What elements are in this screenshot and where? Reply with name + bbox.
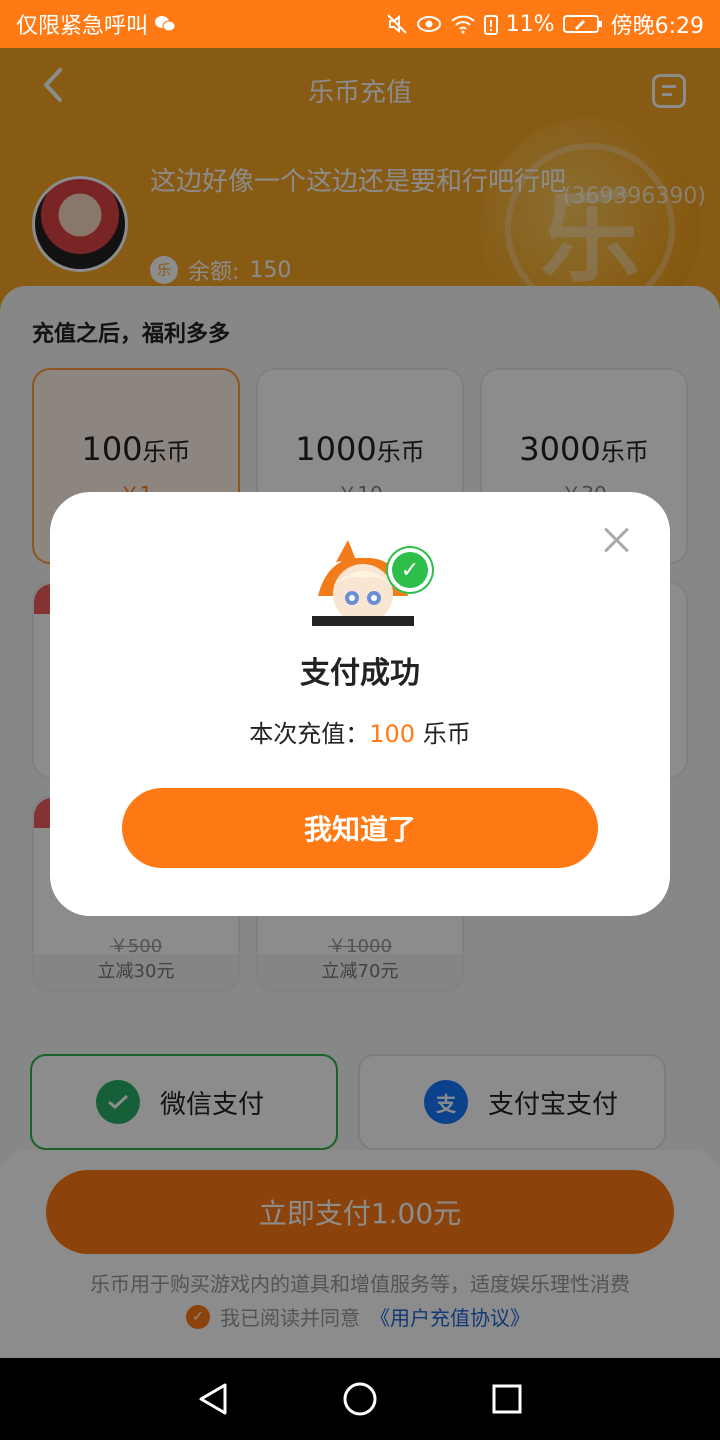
battery-alert-icon [483,13,498,35]
wifi-icon [450,14,476,34]
system-nav-bar [0,1358,720,1440]
success-check-icon: ✓ [388,548,432,592]
payment-success-dialog: ✓ 支付成功 本次充值：100 乐币 我知道了 [50,492,670,916]
mute-icon [386,13,408,35]
eye-icon [416,15,442,33]
close-icon[interactable] [598,522,634,558]
recents-square-icon[interactable] [487,1379,527,1419]
battery-icon [562,14,603,34]
clock: 傍晚6:29 [610,14,704,39]
confirm-button[interactable]: 我知道了 [122,788,598,868]
status-bar: 仅限紧急呼叫 11% 傍晚6:29 [0,0,720,48]
recharge-amount: 100 [369,720,416,748]
dialog-title: 支付成功 [300,656,420,691]
battery-percent: 11% [505,11,555,37]
emergency-call-text: 仅限紧急呼叫 [16,14,149,39]
home-circle-icon[interactable] [340,1379,380,1419]
dialog-message: 本次充值：100 乐币 [249,720,471,748]
wechat-notification-icon [154,14,176,34]
back-triangle-icon[interactable] [193,1379,233,1419]
